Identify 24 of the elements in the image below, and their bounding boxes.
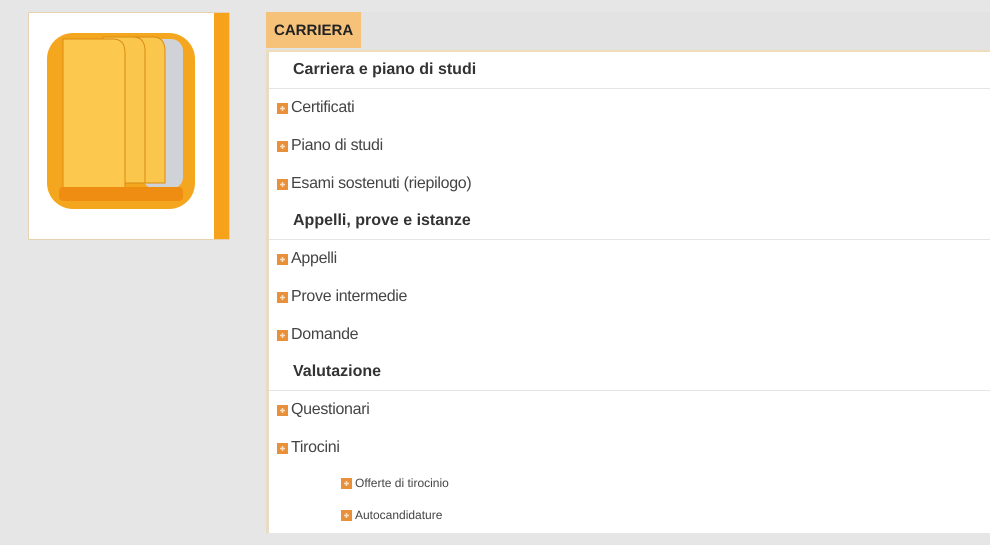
bullet-icon <box>277 442 288 454</box>
menu-link[interactable]: Appelli <box>291 250 337 268</box>
bullet-icon <box>277 140 288 152</box>
submenu-link[interactable]: Offerte di tirocinio <box>355 476 449 490</box>
bullet-icon <box>277 254 288 264</box>
bullet-icon <box>277 178 288 190</box>
menu-link[interactable]: Piano di studi <box>291 137 383 155</box>
menu-link[interactable]: Domande <box>291 326 358 344</box>
section-heading: Carriera e piano di studi <box>269 52 990 89</box>
menu-link[interactable]: Esami sostenuti (riepilogo) <box>291 175 472 193</box>
bullet-icon <box>341 478 352 488</box>
bullet-icon <box>277 330 288 340</box>
bullet-icon <box>277 102 288 114</box>
bullet-icon <box>341 510 352 520</box>
menu-link[interactable]: Questionari <box>291 401 370 419</box>
carriera-tab[interactable]: CARRIERA <box>266 12 362 48</box>
bullet-icon <box>277 292 288 302</box>
menu-link[interactable]: Prove intermedie <box>291 288 408 306</box>
menu-link[interactable]: Tirocini <box>291 439 340 457</box>
section-heading: Appelli, prove e istanze <box>269 203 990 240</box>
submenu-link[interactable]: Autocandidature <box>355 508 442 522</box>
bullet-icon <box>277 404 288 416</box>
section-heading: Valutazione <box>269 354 990 391</box>
menu-link[interactable]: Certificati <box>291 99 354 117</box>
